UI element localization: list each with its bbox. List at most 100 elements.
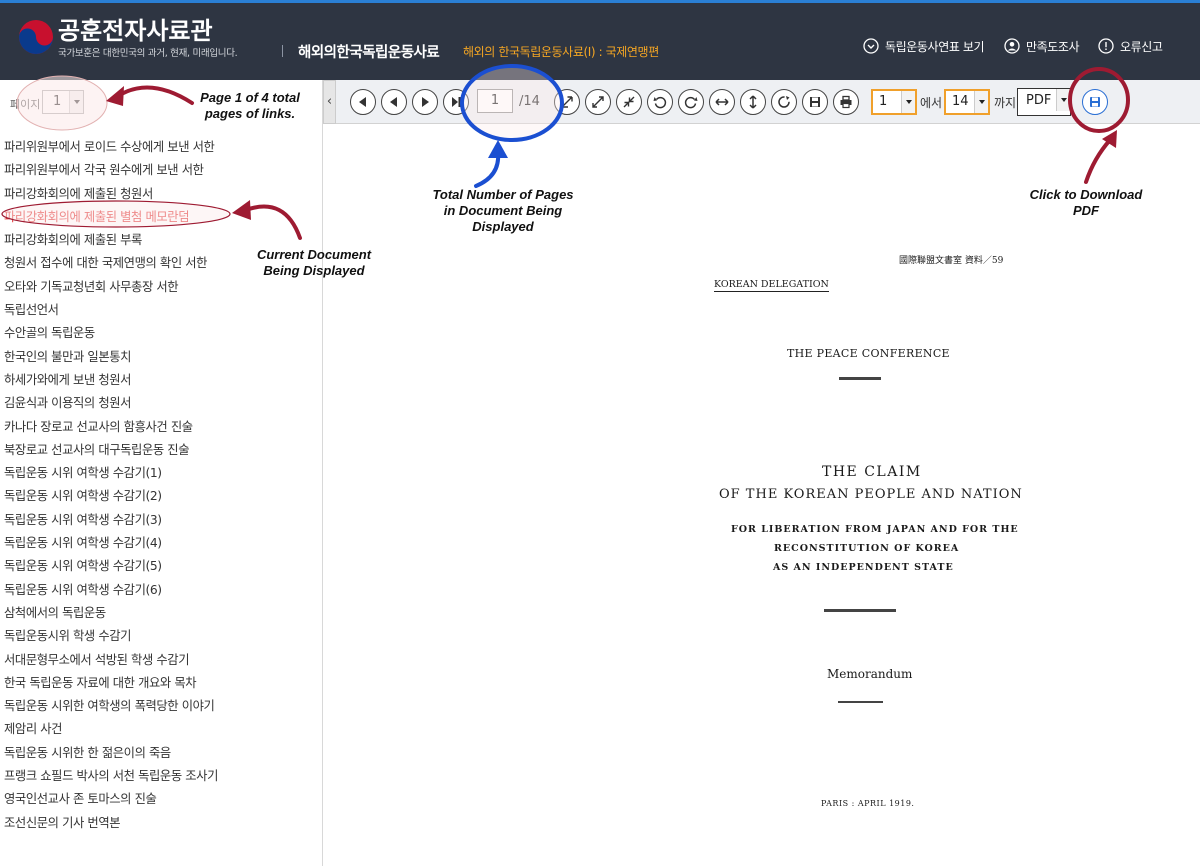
document-list-item[interactable]: 독립운동 시위 여학생 수감기(3) bbox=[0, 509, 322, 532]
document-list-item[interactable]: 독립운동 시위 여학생 수감기(4) bbox=[0, 532, 322, 555]
collapse-panel-button[interactable]: ‹ bbox=[323, 80, 336, 124]
expand-icon bbox=[592, 96, 604, 108]
chevron-down-icon bbox=[69, 91, 83, 113]
fit-height-button[interactable] bbox=[740, 89, 766, 115]
format-value: PDF bbox=[1026, 93, 1052, 108]
download-icon bbox=[1090, 97, 1100, 107]
fit-width-icon bbox=[715, 98, 729, 106]
divider-rule bbox=[838, 701, 883, 703]
divider-rule bbox=[839, 377, 881, 380]
save-button[interactable] bbox=[802, 89, 828, 115]
survey-link[interactable]: 만족도조사 bbox=[1004, 37, 1080, 55]
document-list-item[interactable]: 카나다 장로교 선교사의 함흥사건 진술 bbox=[0, 416, 322, 439]
first-page-icon bbox=[359, 97, 366, 107]
collection-title: 해외의 한국독립운동사료(Ⅰ) : 국제연맹편 bbox=[463, 45, 659, 59]
document-list-item[interactable]: 한국 독립운동 자료에 대한 개요와 목차 bbox=[0, 672, 322, 695]
rotate-right-button[interactable] bbox=[678, 89, 704, 115]
chronology-link[interactable]: 독립운동사연표 보기 bbox=[863, 37, 985, 55]
report-link[interactable]: 오류신고 bbox=[1098, 37, 1163, 55]
document-list-item-current[interactable]: 파리강화회의에 제출된 별첨 메모란덤 bbox=[0, 206, 322, 229]
reset-view-button[interactable] bbox=[771, 89, 797, 115]
range-to-value: 14 bbox=[952, 94, 969, 109]
site-header: 공훈전자사료관 국가보훈은 대한민국의 과거, 현재, 미래입니다. 해외의한국… bbox=[0, 0, 1200, 80]
claim-title-line1: THE CLAIM bbox=[822, 464, 922, 480]
divider-rule bbox=[824, 609, 896, 612]
prev-page-icon bbox=[390, 97, 397, 107]
shrink-button[interactable] bbox=[616, 89, 642, 115]
format-select[interactable]: PDF bbox=[1017, 88, 1071, 116]
annotation-current-document: Current Document Being Displayed bbox=[256, 247, 372, 278]
alert-icon bbox=[1098, 38, 1114, 54]
range-from-value: 1 bbox=[879, 94, 888, 109]
prev-page-button[interactable] bbox=[381, 89, 407, 115]
download-pdf-button[interactable] bbox=[1082, 89, 1108, 115]
document-list-item[interactable]: 파리강화회의에 제출된 청원서 bbox=[0, 183, 322, 206]
document-list-item[interactable]: 수안골의 독립운동 bbox=[0, 322, 322, 345]
last-page-button[interactable] bbox=[443, 89, 469, 115]
rotate-left-icon bbox=[653, 96, 667, 109]
document-list-item[interactable]: 삼척에서의 독립운동 bbox=[0, 602, 322, 625]
document-list-item[interactable]: 제암리 사건 bbox=[0, 718, 322, 741]
fit-page-button[interactable] bbox=[554, 89, 580, 115]
document-list-item[interactable]: 한국인의 불만과 일본통치 bbox=[0, 346, 322, 369]
print-button[interactable] bbox=[833, 89, 859, 115]
list-page-select[interactable]: 1 bbox=[42, 90, 84, 114]
document-list-item[interactable]: 독립운동시위 학생 수감기 bbox=[0, 625, 322, 648]
section-title: 해외의한국독립운동사료 bbox=[298, 45, 440, 61]
document-list-item[interactable]: 파리위원부에서 각국 원수에게 보낸 서한 bbox=[0, 159, 322, 182]
document-list-item[interactable]: 독립운동 시위한 한 젊은이의 죽음 bbox=[0, 742, 322, 765]
document-list-item[interactable]: 독립운동 시위 여학생 수감기(1) bbox=[0, 462, 322, 485]
rotate-left-button[interactable] bbox=[647, 89, 673, 115]
print-icon bbox=[840, 95, 852, 109]
chronology-link-label: 독립운동사연표 보기 bbox=[885, 39, 985, 54]
document-list-item[interactable]: 독립선언서 bbox=[0, 299, 322, 322]
range-from-select[interactable]: 1 bbox=[871, 89, 917, 115]
next-page-icon bbox=[422, 97, 429, 107]
next-page-button[interactable] bbox=[412, 89, 438, 115]
page-number-input[interactable]: 1 bbox=[477, 89, 513, 113]
range-to-select[interactable]: 14 bbox=[944, 89, 990, 115]
annotation-download: Click to Download PDF bbox=[1029, 187, 1143, 218]
annotation-total-pages: Total Number of Pages in Document Being … bbox=[432, 187, 574, 234]
document-list-item[interactable]: 독립운동 시위 여학생 수감기(2) bbox=[0, 485, 322, 508]
fit-height-icon bbox=[749, 95, 757, 109]
brand[interactable]: 공훈전자사료관 국가보훈은 대한민국의 과거, 현재, 미래입니다. bbox=[58, 17, 238, 60]
document-list-item[interactable]: 하세가와에게 보낸 청원서 bbox=[0, 369, 322, 392]
shrink-icon bbox=[623, 96, 635, 108]
document-list-item[interactable]: 독립운동 시위 여학생 수감기(6) bbox=[0, 579, 322, 602]
claim-subtitle-line3: AS AN INDEPENDENT STATE bbox=[773, 562, 954, 573]
report-link-label: 오류신고 bbox=[1120, 39, 1163, 54]
brand-slogan: 국가보훈은 대한민국의 과거, 현재, 미래입니다. bbox=[58, 48, 238, 59]
chevron-down-icon bbox=[1056, 89, 1070, 111]
annotation-page-of-links: Page 1 of 4 total pages of links. bbox=[200, 90, 300, 121]
document-list-item[interactable]: 파리위원부에서 로이드 수상에게 보낸 서한 bbox=[0, 136, 322, 159]
range-to-suffix: 까지 bbox=[994, 96, 1017, 110]
reset-icon bbox=[778, 96, 790, 108]
range-from-suffix: 에서 bbox=[920, 96, 943, 110]
last-page-icon bbox=[452, 97, 461, 107]
archive-label: 國際聯盟文書室 資料／59 bbox=[899, 256, 1004, 266]
document-list-item[interactable]: 영국인선교사 존 토마스의 진술 bbox=[0, 788, 322, 811]
document-list-item[interactable]: 독립운동 시위 여학생 수감기(5) bbox=[0, 555, 322, 578]
total-pages-label: /14 bbox=[519, 94, 540, 109]
document-list-item[interactable]: 오타와 기독교청년회 사무총장 서한 bbox=[0, 276, 322, 299]
page-label: 페이지 bbox=[10, 98, 41, 111]
document-list-item[interactable]: 북장로교 선교사의 대구독립운동 진술 bbox=[0, 439, 322, 462]
delegation-heading: KOREAN DELEGATION bbox=[714, 279, 829, 292]
fit-width-button[interactable] bbox=[709, 89, 735, 115]
document-list-item[interactable]: 김윤식과 이용직의 청원서 bbox=[0, 392, 322, 415]
taegeuk-logo-icon[interactable] bbox=[16, 17, 56, 57]
document-list-item[interactable]: 독립운동 시위한 여학생의 폭력당한 이야기 bbox=[0, 695, 322, 718]
document-list-item[interactable]: 프랭크 쇼필드 박사의 서천 독립운동 조사기 bbox=[0, 765, 322, 788]
first-page-button[interactable] bbox=[350, 89, 376, 115]
expand-button[interactable] bbox=[585, 89, 611, 115]
document-list-item[interactable]: 서대문형무소에서 석방된 학생 수감기 bbox=[0, 649, 322, 672]
document-list-item[interactable]: 조선신문의 기사 번역본 bbox=[0, 812, 322, 835]
chevron-down-icon bbox=[974, 91, 988, 113]
document-viewer: 國際聯盟文書室 資料／59 KOREAN DELEGATION THE PEAC… bbox=[336, 125, 1200, 866]
chevron-down-icon bbox=[901, 91, 915, 113]
chevron-circle-icon bbox=[863, 38, 879, 54]
claim-subtitle-line2: RECONSTITUTION OF KOREA bbox=[774, 543, 960, 554]
header-divider bbox=[282, 45, 283, 57]
save-icon bbox=[810, 97, 820, 107]
